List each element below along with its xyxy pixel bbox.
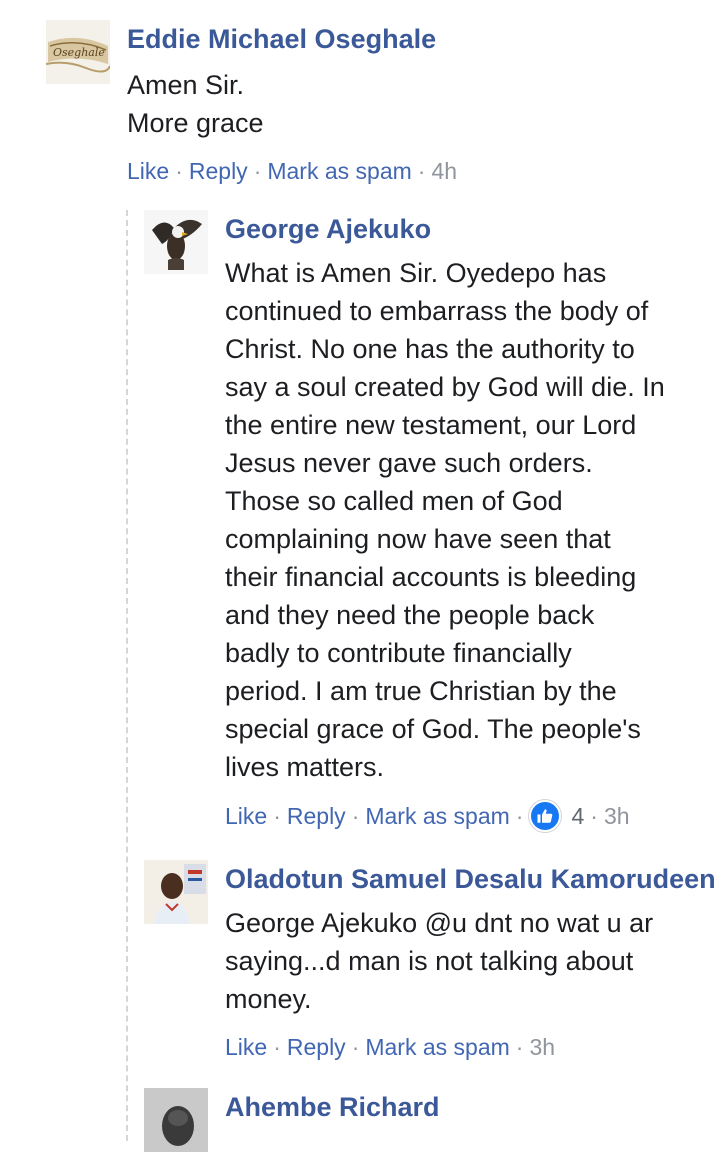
comment-body-line: special grace of God. The people's — [225, 714, 641, 744]
separator: · — [590, 803, 598, 829]
comment-actions: Like · Reply · Mark as spam · 4 · 3h — [225, 800, 710, 832]
separator: · — [351, 1034, 360, 1060]
comment-body-line: money. — [225, 984, 312, 1014]
comment-author[interactable]: Oladotun Samuel Desalu Kamorudeen — [225, 862, 720, 896]
avatar[interactable] — [144, 860, 208, 924]
comment-body-line: saying...d man is not talking about — [225, 946, 634, 976]
comment-author[interactable]: Ahembe Richard — [225, 1090, 710, 1124]
comment-body-line: badly to contribute financially — [225, 638, 572, 668]
mark-as-spam-link[interactable]: Mark as spam — [365, 801, 509, 831]
comment-body-line: continued to embarrass the body of — [225, 296, 649, 326]
timestamp[interactable]: 4h — [431, 156, 457, 186]
reply-thread-line — [126, 210, 128, 1141]
comment-body-line: More grace — [127, 108, 264, 138]
comment-body-line: the entire new testament, our Lord — [225, 410, 637, 440]
comment-author[interactable]: Eddie Michael Oseghale — [127, 22, 706, 56]
avatar[interactable] — [144, 210, 208, 274]
separator: · — [175, 158, 183, 184]
like-link[interactable]: Like — [127, 156, 169, 186]
like-link[interactable]: Like — [225, 801, 267, 831]
thumbs-up-icon — [529, 800, 562, 832]
comment-body-line: and they need the people back — [225, 600, 595, 630]
comment-body-line: What is Amen Sir. Oyedepo has — [225, 258, 607, 288]
avatar[interactable] — [144, 1088, 208, 1152]
reply-link[interactable]: Reply — [287, 801, 346, 831]
comment-body-line: Jesus never gave such orders. — [225, 448, 593, 478]
comment-body: What is Amen Sir. Oyedepo has continued … — [225, 254, 710, 786]
avatar[interactable]: Oseghale — [46, 20, 110, 84]
timestamp[interactable]: 3h — [604, 801, 630, 831]
reaction-summary[interactable]: 4 — [529, 800, 584, 832]
avatar-image — [144, 1088, 208, 1152]
reply-ahembe: Ahembe Richard — [144, 1088, 710, 1152]
separator: · — [515, 803, 524, 829]
avatar-signature-text: Oseghale — [53, 46, 105, 59]
reply-link[interactable]: Reply — [189, 156, 248, 186]
comment-body-line: complaining now have seen that — [225, 524, 611, 554]
comment-body-line: their financial accounts is bleeding — [225, 562, 637, 592]
comment-body-line: Amen Sir. — [127, 70, 245, 100]
reply-link[interactable]: Reply — [287, 1032, 346, 1062]
comment-eddie: Oseghale Eddie Michael Oseghale Amen Sir… — [46, 20, 706, 186]
comment-body-line: lives matters. — [225, 752, 385, 782]
comment-actions: Like · Reply · Mark as spam · 3h — [225, 1032, 720, 1062]
avatar-image — [144, 860, 208, 924]
comment-body-line: George Ajekuko @u dnt no wat u ar — [225, 908, 654, 938]
reaction-count: 4 — [571, 803, 585, 829]
separator: · — [417, 158, 426, 184]
separator: · — [273, 803, 281, 829]
comment-body: George Ajekuko @u dnt no wat u ar saying… — [225, 904, 720, 1018]
separator: · — [273, 1034, 281, 1060]
separator: · — [351, 803, 360, 829]
separator: · — [515, 1034, 524, 1060]
comment-body-line: period. I am true Christian by the — [225, 676, 617, 706]
comment-body-line: say a soul created by God will die. In — [225, 372, 665, 402]
mark-as-spam-link[interactable]: Mark as spam — [365, 1032, 509, 1062]
reply-george: George Ajekuko What is Amen Sir. Oyedepo… — [144, 210, 710, 832]
timestamp[interactable]: 3h — [529, 1032, 555, 1062]
avatar-image: Oseghale — [46, 20, 110, 84]
comment-body: Amen Sir. More grace — [127, 66, 706, 142]
like-link[interactable]: Like — [225, 1032, 267, 1062]
mark-as-spam-link[interactable]: Mark as spam — [267, 156, 411, 186]
comment-author[interactable]: George Ajekuko — [225, 212, 710, 246]
comment-body-line: Christ. No one has the authority to — [225, 334, 635, 364]
avatar-image — [144, 210, 208, 274]
reply-oladotun: Oladotun Samuel Desalu Kamorudeen George… — [144, 860, 720, 1062]
comment-actions: Like · Reply · Mark as spam · 4h — [127, 156, 706, 186]
separator: · — [253, 158, 262, 184]
comment-body-line: Those so called men of God — [225, 486, 563, 516]
